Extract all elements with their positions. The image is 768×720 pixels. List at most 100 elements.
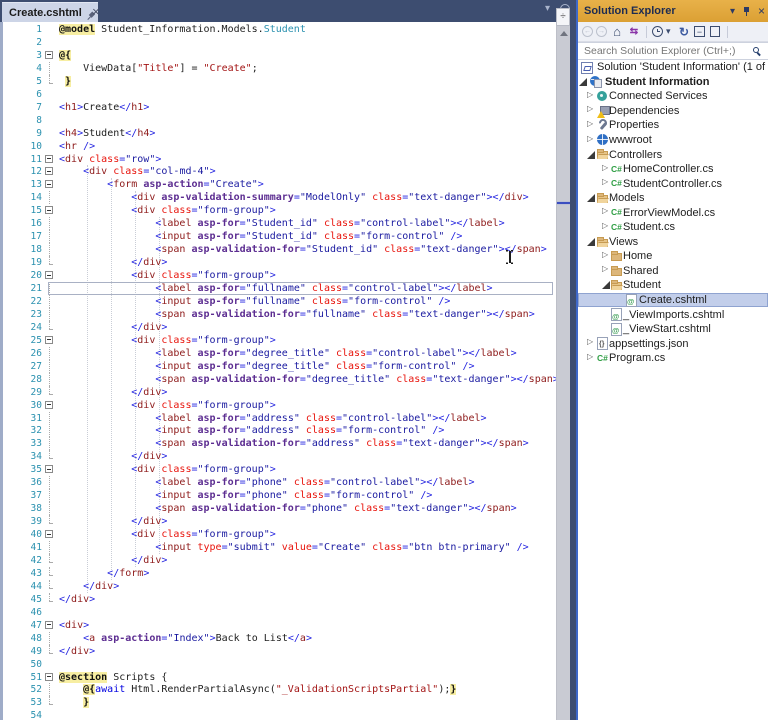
tree-row-student-information[interactable]: Student Information: [578, 75, 768, 90]
code-line[interactable]: 52 @{await Html.RenderPartialAsync("_Val…: [0, 683, 556, 697]
code-line[interactable]: 41 <input type="submit" value="Create" c…: [0, 541, 556, 554]
code-line[interactable]: 26 <label asp-for="degree_title" class="…: [0, 346, 556, 360]
fold-collapse-icon[interactable]: [42, 399, 59, 412]
tree-row-dependencies[interactable]: Dependencies: [578, 104, 768, 119]
expander-closed-icon[interactable]: [602, 177, 611, 188]
code-line[interactable]: 5 }: [0, 74, 556, 88]
code-line[interactable]: 54: [0, 709, 556, 720]
tree-row-studentcontroller-cs[interactable]: StudentController.cs: [578, 176, 768, 191]
fold-collapse-icon[interactable]: [42, 463, 59, 476]
back-icon[interactable]: [582, 26, 593, 37]
panel-splitter[interactable]: [570, 0, 578, 720]
code-editor[interactable]: 1 @model Student_Information.Models.Stude…: [0, 22, 556, 720]
expander-closed-icon[interactable]: [587, 90, 596, 101]
code-line[interactable]: 28 <span asp-validation-for="degree_titl…: [0, 372, 556, 386]
tree-row-errorviewmodel-cs[interactable]: ErrorViewModel.cs: [578, 205, 768, 220]
code-line[interactable]: 12 <div class="col-md-4">: [0, 165, 556, 178]
fold-collapse-icon[interactable]: [42, 165, 59, 178]
code-line[interactable]: 48 <a asp-action="Index">Back to List</a…: [0, 631, 556, 645]
code-line[interactable]: 33 <span asp-validation-for="address" cl…: [0, 437, 556, 451]
search-input[interactable]: Search Solution Explorer (Ctrl+;): [578, 45, 746, 57]
code-line[interactable]: 15 <div class="form-group">: [0, 204, 556, 217]
code-line[interactable]: 42 </div>: [0, 553, 556, 567]
tree-row-student[interactable]: Student: [578, 278, 768, 293]
code-line[interactable]: 35 <div class="form-group">: [0, 463, 556, 476]
code-line[interactable]: 2: [0, 36, 556, 49]
expander-closed-icon[interactable]: [587, 104, 596, 115]
fold-collapse-icon[interactable]: [42, 153, 59, 166]
code-line[interactable]: 24 </div>: [0, 320, 556, 334]
code-line[interactable]: 9 <h4>Student</h4>: [0, 127, 556, 140]
code-line[interactable]: 4 ViewData["Title"] = "Create";: [0, 61, 556, 75]
code-line[interactable]: 16 <label asp-for="Student_id" class="co…: [0, 217, 556, 231]
code-line[interactable]: 8: [0, 114, 556, 127]
tab-list-dropdown-icon[interactable]: [545, 3, 550, 14]
code-line[interactable]: 50: [0, 658, 556, 671]
forward-icon[interactable]: [596, 26, 607, 37]
pending-changes-filter-icon[interactable]: [652, 26, 663, 37]
close-icon[interactable]: [91, 4, 99, 19]
scrollbar-splitter-handle[interactable]: [556, 8, 570, 26]
code-line[interactable]: 1 @model Student_Information.Models.Stude…: [0, 23, 556, 36]
code-line[interactable]: 10 <hr />: [0, 140, 556, 153]
solution-explorer-search[interactable]: Search Solution Explorer (Ctrl+;): [578, 42, 768, 60]
code-line[interactable]: 39 </div>: [0, 515, 556, 528]
code-line[interactable]: 49 </div>: [0, 644, 556, 658]
code-line[interactable]: 27 <input asp-for="degree_title" class="…: [0, 359, 556, 373]
code-line[interactable]: 7 <h1>Create</h1>: [0, 101, 556, 114]
tree-row-controllers[interactable]: Controllers: [578, 147, 768, 162]
code-line[interactable]: 11 <div class="row">: [0, 153, 556, 166]
fold-collapse-icon[interactable]: [42, 671, 59, 684]
home-icon[interactable]: [610, 25, 624, 39]
tree-row-viewimports-cshtml[interactable]: _ViewImports.cshtml: [578, 307, 768, 322]
code-line[interactable]: 20 <div class="form-group">: [0, 269, 556, 282]
collapse-all-icon[interactable]: [694, 26, 705, 37]
scrollbar-track[interactable]: [556, 26, 571, 720]
fold-collapse-icon[interactable]: [42, 49, 59, 62]
tree-row-homecontroller-cs[interactable]: HomeController.cs: [578, 162, 768, 177]
code-line[interactable]: 47 <div>: [0, 619, 556, 632]
code-line[interactable]: 23 <span asp-validation-for="fullname" c…: [0, 307, 556, 321]
editor-scrollbar[interactable]: [556, 8, 571, 720]
expander-closed-icon[interactable]: [587, 352, 596, 363]
tree-row-models[interactable]: Models: [578, 191, 768, 206]
tree-row-viewstart-cshtml[interactable]: _ViewStart.cshtml: [578, 322, 768, 337]
dropdown-icon[interactable]: [666, 26, 674, 37]
code-line[interactable]: 53 }: [0, 696, 556, 709]
fold-collapse-icon[interactable]: [42, 528, 59, 541]
code-line[interactable]: 38 <span asp-validation-for="phone" clas…: [0, 502, 556, 516]
expander-open-icon[interactable]: [587, 150, 595, 159]
tree-row-create-cshtml[interactable]: Create.cshtml: [578, 292, 768, 308]
code-line[interactable]: 29 </div>: [0, 385, 556, 399]
code-line[interactable]: 18 <span asp-validation-for="Student_id"…: [0, 243, 556, 257]
code-line[interactable]: 19 </div>: [0, 256, 556, 269]
solution-explorer-titlebar[interactable]: Solution Explorer: [578, 0, 768, 22]
code-line[interactable]: 25 <div class="form-group">: [0, 334, 556, 347]
tree-row-student-cs[interactable]: Student.cs: [578, 220, 768, 235]
show-all-files-icon[interactable]: [710, 24, 723, 37]
tree-row-wwwroot[interactable]: wwwroot: [578, 133, 768, 148]
tree-row-solution-student-information-1-of-1-project[interactable]: Solution 'Student Information' (1 of 1 p…: [578, 60, 768, 75]
expander-closed-icon[interactable]: [587, 119, 596, 130]
code-line[interactable]: 44 </div>: [0, 579, 556, 593]
pin-icon[interactable]: [742, 6, 751, 17]
code-line[interactable]: 31 <label asp-for="address" class="contr…: [0, 411, 556, 425]
code-line[interactable]: 43 </form>: [0, 566, 556, 580]
code-line[interactable]: 34 </div>: [0, 450, 556, 463]
code-line[interactable]: 22 <input asp-for="fullname" class="form…: [0, 294, 556, 308]
fold-collapse-icon[interactable]: [42, 334, 59, 347]
expander-closed-icon[interactable]: [587, 134, 596, 145]
code-line[interactable]: 37 <input asp-for="phone" class="form-co…: [0, 489, 556, 503]
code-line[interactable]: 30 <div class="form-group">: [0, 399, 556, 412]
fold-collapse-icon[interactable]: [42, 269, 59, 282]
expander-open-icon[interactable]: [587, 194, 595, 203]
window-position-dropdown-icon[interactable]: [730, 6, 735, 17]
expander-closed-icon[interactable]: [587, 337, 596, 348]
code-line[interactable]: 14 <div asp-validation-summary="ModelOnl…: [0, 191, 556, 205]
fold-collapse-icon[interactable]: [42, 178, 59, 191]
refresh-icon[interactable]: [677, 25, 691, 39]
tree-row-home[interactable]: Home: [578, 249, 768, 264]
code-line[interactable]: 3 @{: [0, 49, 556, 62]
scroll-up-icon[interactable]: [560, 31, 568, 36]
tree-row-connected-services[interactable]: Connected Services: [578, 89, 768, 104]
